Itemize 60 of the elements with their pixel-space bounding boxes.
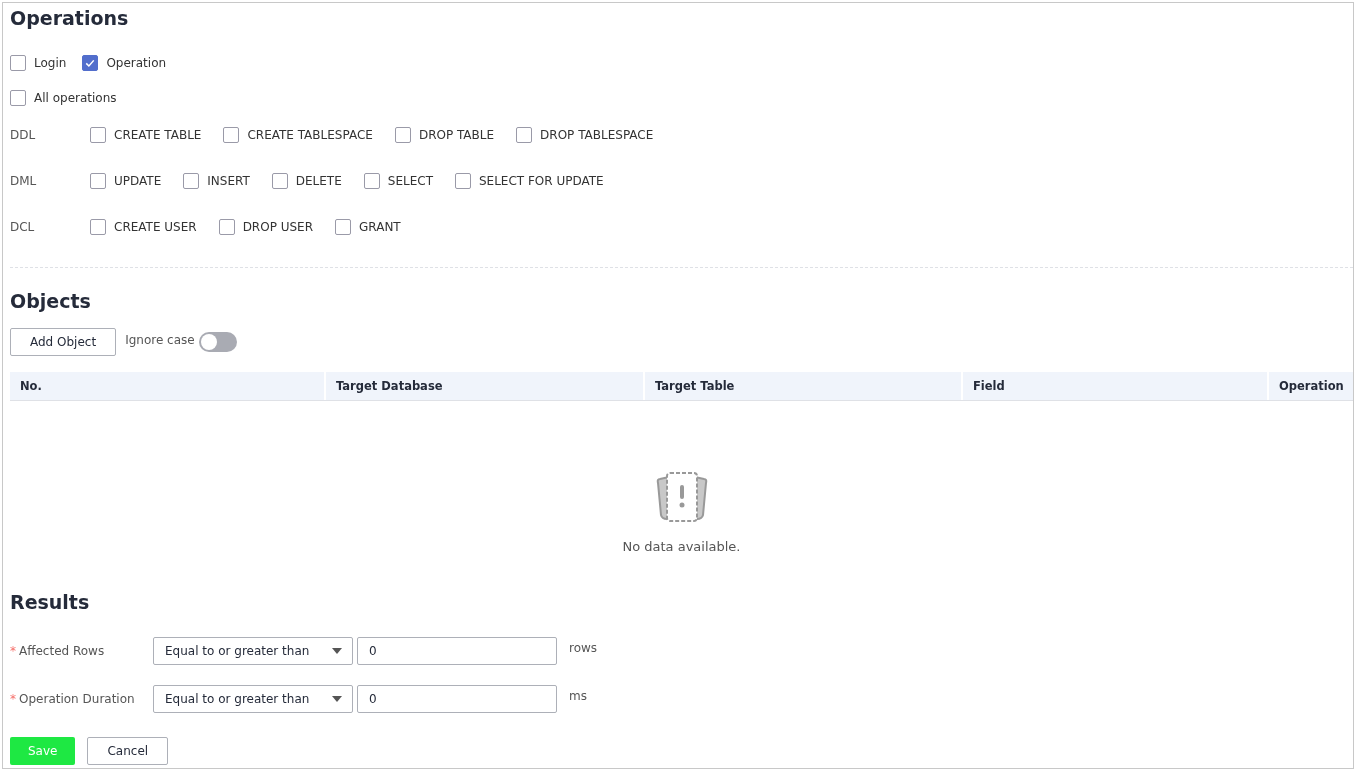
cancel-button[interactable]: Cancel: [87, 737, 169, 765]
checkbox-option[interactable]: Operation: [82, 55, 167, 71]
condition-dropdown[interactable]: Equal to or greater than: [153, 637, 353, 665]
checkbox-option[interactable]: CREATE TABLE: [90, 127, 202, 143]
checkbox-option[interactable]: SELECT FOR UPDATE: [454, 173, 604, 189]
checkbox-option[interactable]: GRANT: [335, 219, 401, 235]
checkbox[interactable]: [10, 55, 26, 71]
checkbox-option[interactable]: CREATE USER: [90, 219, 197, 235]
checkbox[interactable]: [218, 219, 235, 235]
column-header: No.: [10, 372, 326, 400]
group-label: DCL: [10, 220, 36, 234]
field-label: Affected Rows: [19, 644, 105, 658]
checkbox[interactable]: [335, 219, 352, 235]
checkbox-option[interactable]: Login: [10, 55, 67, 71]
section-title: Results: [10, 591, 91, 615]
checkbox[interactable]: [223, 127, 240, 143]
checkbox-option[interactable]: DROP TABLESPACE: [516, 127, 654, 143]
unit-label: rows: [569, 641, 598, 655]
checkbox[interactable]: [10, 90, 26, 106]
checkbox-option[interactable]: DROP TABLE: [394, 127, 495, 143]
checkbox-option[interactable]: DROP USER: [218, 219, 314, 235]
checkbox[interactable]: [183, 173, 200, 189]
column-header: Field: [963, 372, 1269, 400]
checkbox-option[interactable]: SELECT: [363, 173, 433, 189]
value-input[interactable]: 0: [357, 685, 557, 713]
ignore-case-label: Ignore case: [125, 333, 195, 347]
value-input[interactable]: 0: [357, 637, 557, 665]
column-header: Target Table: [645, 372, 963, 400]
caret-icon: [332, 696, 342, 702]
section-title: Operations: [10, 7, 130, 31]
checkbox[interactable]: [82, 55, 99, 71]
checkbox[interactable]: [90, 219, 106, 235]
checkbox[interactable]: [454, 173, 471, 189]
add-object-button[interactable]: Add Object: [10, 328, 117, 356]
field-label: Operation Duration: [19, 692, 135, 706]
group-label: DDL: [10, 128, 37, 142]
required-mark: *: [10, 644, 16, 658]
checkbox[interactable]: [394, 127, 411, 143]
checkbox[interactable]: [90, 173, 106, 189]
checkbox-option[interactable]: INSERT: [183, 173, 250, 189]
checkbox[interactable]: [271, 173, 288, 189]
checkbox[interactable]: [90, 127, 106, 143]
checkbox-option[interactable]: CREATE TABLESPACE: [223, 127, 373, 143]
group-label: DML: [10, 174, 38, 188]
checkbox[interactable]: [516, 127, 533, 143]
checkbox-option[interactable]: DELETE: [271, 173, 342, 189]
checkbox-option[interactable]: UPDATE: [90, 173, 162, 189]
required-mark: *: [10, 692, 16, 706]
checkmark-icon: [84, 57, 97, 69]
checkbox-option[interactable]: All operations: [10, 90, 117, 106]
toggle-switch[interactable]: [198, 332, 237, 352]
checkbox[interactable]: [363, 173, 380, 189]
section-title: Objects: [10, 290, 92, 314]
empty-message: No data available.: [622, 539, 741, 554]
unit-label: ms: [569, 689, 587, 703]
caret-icon: [332, 648, 342, 654]
empty-document-icon: [654, 471, 709, 523]
condition-dropdown[interactable]: Equal to or greater than: [153, 685, 353, 713]
column-header: Operation: [1278, 378, 1345, 395]
column-header: Target Database: [326, 372, 645, 400]
